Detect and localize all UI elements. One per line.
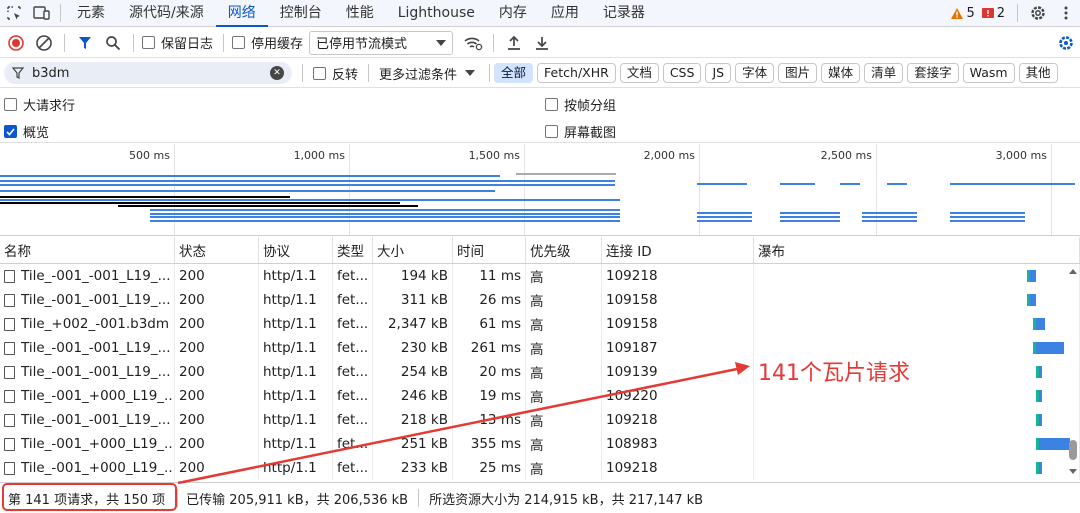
annotation-text: 141个瓦片请求 xyxy=(758,361,910,386)
annotation-arrow xyxy=(177,362,750,485)
